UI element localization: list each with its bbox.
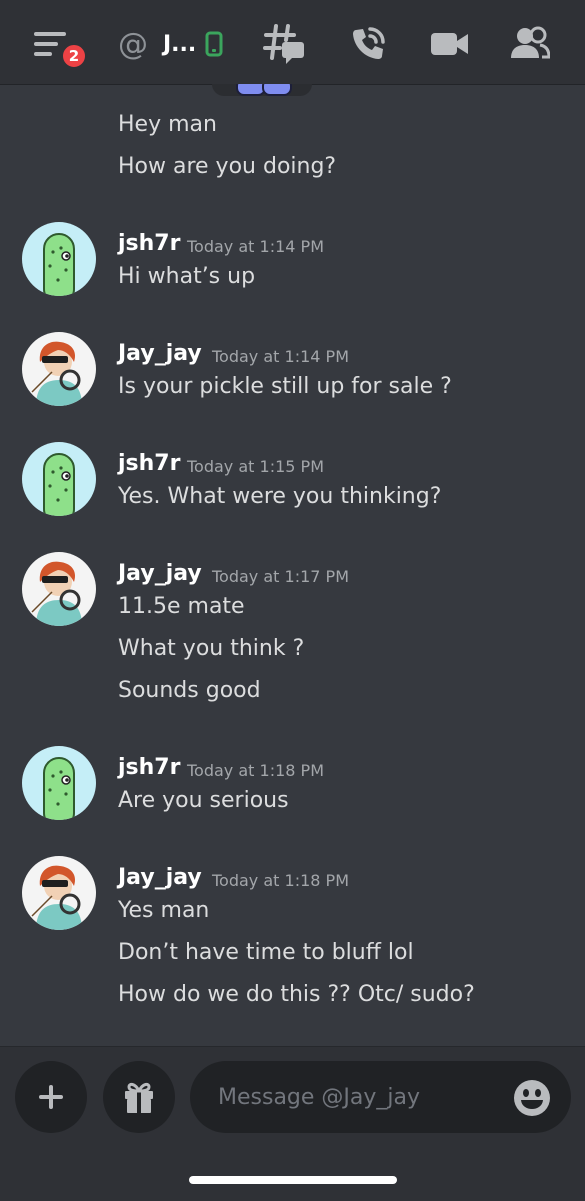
message-text: Don’t have time to bluff lol: [118, 940, 414, 965]
dm-title[interactable]: J...: [163, 22, 196, 66]
message-timestamp: Today at 1:18 PM: [187, 761, 324, 780]
channel-header: 2 @ J...: [0, 0, 585, 85]
message-text: Yes man: [118, 898, 210, 923]
gift-icon: [125, 1082, 153, 1113]
avatar-jsh7r[interactable]: [22, 222, 96, 296]
at-icon: @: [118, 26, 148, 62]
call-icon: [353, 27, 385, 59]
message-text: 11.5e mate: [118, 594, 245, 619]
avatar-jsh7r[interactable]: [22, 442, 96, 516]
message-input[interactable]: [216, 1083, 500, 1111]
message-text: Hey man: [118, 112, 217, 137]
message-timestamp: Today at 1:17 PM: [212, 567, 349, 586]
video-icon: [431, 33, 468, 55]
message-text: How do we do this ?? Otc/ sudo?: [118, 982, 475, 1007]
message-timestamp: Today at 1:18 PM: [212, 871, 349, 890]
notification-badge: 2: [60, 42, 88, 70]
emoji-button[interactable]: [512, 1078, 552, 1122]
message-text: Yes. What were you thinking?: [118, 484, 442, 509]
voice-call-button[interactable]: [348, 22, 388, 66]
message-author[interactable]: Jay_jay: [118, 865, 202, 890]
attach-button[interactable]: [15, 1061, 87, 1133]
message-author[interactable]: Jay_jay: [118, 561, 202, 586]
message-text: How are you doing?: [118, 154, 337, 179]
dm-name: J...: [163, 31, 197, 57]
sticker-preview: [212, 84, 312, 96]
message-text: Is your pickle still up for sale ?: [118, 374, 452, 399]
emoji-icon: [514, 1080, 550, 1116]
message-text: Are you serious: [118, 788, 289, 813]
avatar-jsh7r[interactable]: [22, 746, 96, 820]
message-text: Hi what’s up: [118, 264, 256, 289]
message-author[interactable]: jsh7r: [118, 231, 180, 256]
threads-icon: [263, 24, 304, 64]
avatar-jay-jay[interactable]: [22, 332, 96, 406]
avatar-jay-jay[interactable]: [22, 552, 96, 626]
home-indicator[interactable]: [189, 1176, 397, 1184]
video-call-button[interactable]: [430, 22, 470, 66]
mobile-status-icon: [204, 22, 224, 66]
avatar-jay-jay[interactable]: [22, 856, 96, 930]
gift-button[interactable]: [103, 1061, 175, 1133]
members-icon: [511, 26, 550, 59]
message-text: Sounds good: [118, 678, 261, 703]
message-author[interactable]: jsh7r: [118, 755, 180, 780]
message-text: What you think ?: [118, 636, 305, 661]
members-button[interactable]: [510, 22, 550, 66]
plus-icon: [39, 1085, 63, 1109]
message-timestamp: Today at 1:15 PM: [187, 457, 324, 476]
message-author[interactable]: Jay_jay: [118, 341, 202, 366]
threads-button[interactable]: [262, 22, 306, 66]
message-timestamp: Today at 1:14 PM: [212, 347, 349, 366]
message-author[interactable]: jsh7r: [118, 451, 180, 476]
message-timestamp: Today at 1:14 PM: [187, 237, 324, 256]
